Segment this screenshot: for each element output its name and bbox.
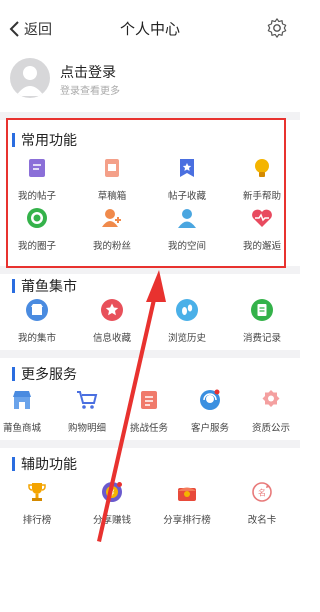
grid-item-spending-records[interactable]: 消费记录 [225, 298, 299, 344]
grid-item-label: 挑战任务 [129, 423, 168, 434]
gear-icon[interactable] [266, 17, 288, 39]
market-icon [25, 298, 49, 322]
svg-text:¥: ¥ [109, 489, 114, 498]
certificate-icon [259, 388, 283, 412]
grid-item-label: 莆鱼商城 [2, 423, 41, 434]
section-market: 莆鱼集市 我的集市 信息收藏 浏览历史 消费记录 [0, 268, 300, 350]
grid-item-leaderboard[interactable]: 排行榜 [0, 480, 74, 526]
task-icon [137, 388, 161, 412]
section-accent-bar [12, 457, 15, 471]
grid-item-label: 信息收藏 [92, 333, 131, 344]
grid-item-label: 分享排行榜 [163, 515, 211, 526]
section-title: 更多服务 [12, 364, 77, 384]
star-circle-icon [100, 298, 124, 322]
grid-item-puyu-mall[interactable]: 莆鱼商城 [0, 388, 52, 434]
grid-item-label: 我的集市 [17, 333, 56, 344]
section-divider [0, 350, 300, 358]
trophy-icon [25, 480, 49, 504]
grid-item-share-leaderboard[interactable]: 分享排行榜 [150, 480, 224, 526]
default-avatar-icon [16, 66, 44, 96]
grid-item-label: 改名卡 [247, 515, 277, 526]
grid-item-my-market[interactable]: 我的集市 [0, 298, 74, 344]
section-title-text: 辅助功能 [21, 457, 77, 473]
footprint-icon [175, 298, 199, 322]
avatar [10, 58, 50, 98]
share-money-icon: ¥ [100, 480, 124, 504]
grid-item-label: 分享赚钱 [92, 515, 131, 526]
section-more-services: 更多服务 莆鱼商城 购物明细 挑战任务 客户服务 资质公示 [0, 358, 300, 440]
section-title: 辅助功能 [12, 454, 77, 474]
grid-item-challenge-tasks[interactable]: 挑战任务 [119, 388, 179, 434]
grid-item-label: 消费记录 [242, 333, 281, 344]
grid-item-share-earn[interactable]: ¥ 分享赚钱 [75, 480, 149, 526]
section-divider [0, 440, 300, 448]
grid-item-rename-card[interactable]: 名 改名卡 [225, 480, 299, 526]
rename-card-icon: 名 [250, 480, 274, 504]
receipt-icon [250, 298, 274, 322]
grid-item-label: 客户服务 [190, 423, 229, 434]
grid-item-customer-service[interactable]: 客户服务 [180, 388, 240, 434]
login-subtitle: 登录查看更多 [60, 86, 120, 97]
section-title: 莆鱼集市 [12, 276, 77, 296]
section-title-text: 更多服务 [21, 367, 77, 383]
customer-service-icon [198, 388, 222, 412]
cart-icon [75, 388, 99, 412]
grid-item-label: 排行榜 [22, 515, 52, 526]
grid-item-label: 购物明细 [67, 423, 106, 434]
section-auxiliary: 辅助功能 排行榜 ¥ 分享赚钱 分享排行榜 名 改名卡 [0, 448, 300, 538]
section-accent-bar [12, 367, 15, 381]
shop-icon [10, 388, 34, 412]
svg-text:名: 名 [258, 488, 266, 498]
grid-item-label: 浏览历史 [167, 333, 206, 344]
profile-row[interactable]: 点击登录 登录查看更多 [0, 56, 300, 108]
grid-item-shopping-details[interactable]: 购物明细 [57, 388, 117, 434]
grid-item-qualification[interactable]: 资质公示 [241, 388, 301, 434]
section-accent-bar [12, 279, 15, 293]
highlight-box [6, 118, 286, 268]
share-rank-icon [175, 480, 199, 504]
page-title: 个人中心 [119, 20, 180, 38]
section-title-text: 莆鱼集市 [21, 279, 77, 295]
grid-item-browse-history[interactable]: 浏览历史 [150, 298, 224, 344]
top-bar: 返回 个人中心 [0, 0, 300, 56]
grid-item-info-favorites[interactable]: 信息收藏 [75, 298, 149, 344]
login-label[interactable]: 点击登录 [60, 62, 116, 82]
grid-item-label: 资质公示 [251, 423, 290, 434]
